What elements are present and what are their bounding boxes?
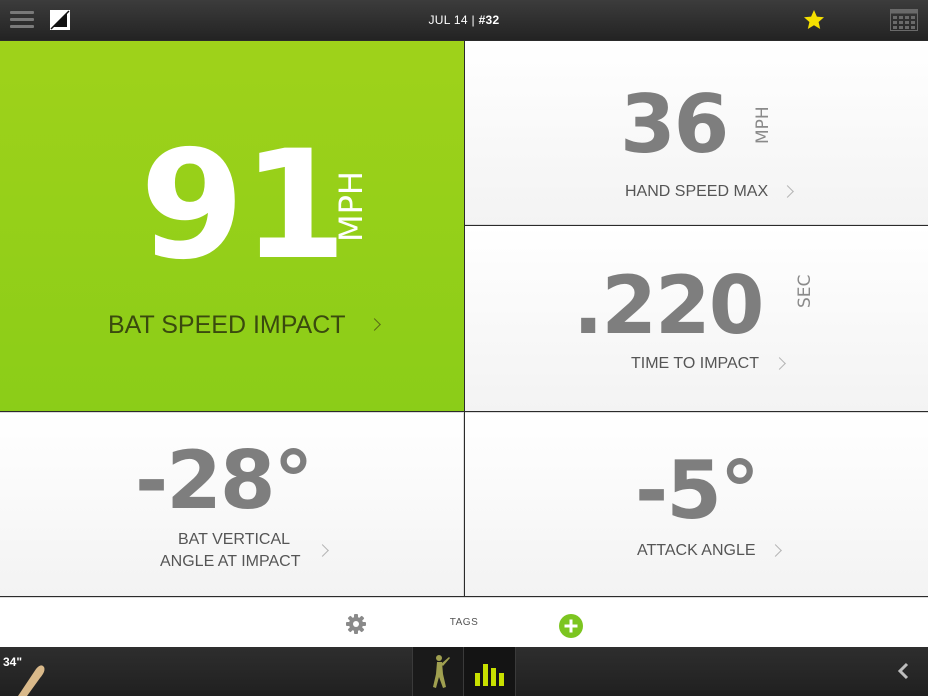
bat-speed-tile[interactable]: 91 MPH BAT SPEED IMPACT — [0, 41, 464, 411]
add-icon[interactable] — [559, 614, 583, 638]
tags-bar: TAGS — [0, 597, 928, 647]
hand-speed-value: 36 — [620, 78, 729, 171]
tags-label: TAGS — [449, 617, 479, 628]
golfer-icon — [433, 655, 450, 688]
attack-angle-chevron-icon — [769, 544, 782, 557]
session-date: JUL 14 — [428, 13, 468, 27]
vertical-angle-label-line1: BAT VERTICAL — [178, 531, 291, 548]
swing-number: #32 — [478, 13, 500, 27]
bottom-bar: 34" — [0, 647, 928, 696]
star-icon[interactable] — [802, 8, 826, 32]
vertical-angle-value: -28° — [135, 434, 314, 527]
hand-speed-tile[interactable]: 36 MPH HAND SPEED MAX — [465, 41, 928, 225]
vertical-angle-label-line2: ANGLE AT IMPACT — [160, 553, 301, 570]
time-to-impact-chevron-icon — [773, 357, 786, 370]
time-to-impact-value: .220 — [573, 259, 764, 352]
bat-speed-unit: MPH — [332, 171, 370, 242]
attack-angle-tile[interactable]: -5° ATTACK ANGLE — [465, 412, 928, 596]
hand-speed-label: HAND SPEED MAX — [625, 183, 769, 200]
calendar-icon[interactable] — [890, 9, 918, 31]
hand-speed-chevron-icon — [781, 185, 794, 198]
top-bar: JUL 14 | #32 — [0, 0, 928, 40]
bat-speed-value: 91 — [140, 119, 347, 293]
stats-tab[interactable] — [464, 647, 516, 696]
gear-icon[interactable] — [345, 613, 367, 635]
bat-size: 34" — [3, 655, 23, 669]
time-to-impact-tile[interactable]: .220 SEC TIME TO IMPACT — [465, 226, 928, 411]
back-icon[interactable] — [894, 661, 914, 681]
session-title: JUL 14 | #32 — [0, 0, 928, 40]
bat-speed-chevron-icon — [368, 318, 381, 331]
time-to-impact-label: TIME TO IMPACT — [631, 355, 760, 372]
time-to-impact-unit: SEC — [795, 274, 815, 308]
attack-angle-label: ATTACK ANGLE — [637, 542, 756, 559]
hand-speed-unit: MPH — [753, 106, 773, 144]
title-separator: | — [467, 13, 479, 27]
attack-angle-value: -5° — [635, 444, 760, 537]
bat-speed-label: BAT SPEED IMPACT — [108, 311, 346, 339]
vertical-angle-tile[interactable]: -28° BAT VERTICAL ANGLE AT IMPACT — [0, 412, 464, 596]
swing-tab[interactable] — [412, 647, 464, 696]
bar-chart-icon — [475, 664, 504, 686]
vertical-angle-chevron-icon — [316, 544, 329, 557]
